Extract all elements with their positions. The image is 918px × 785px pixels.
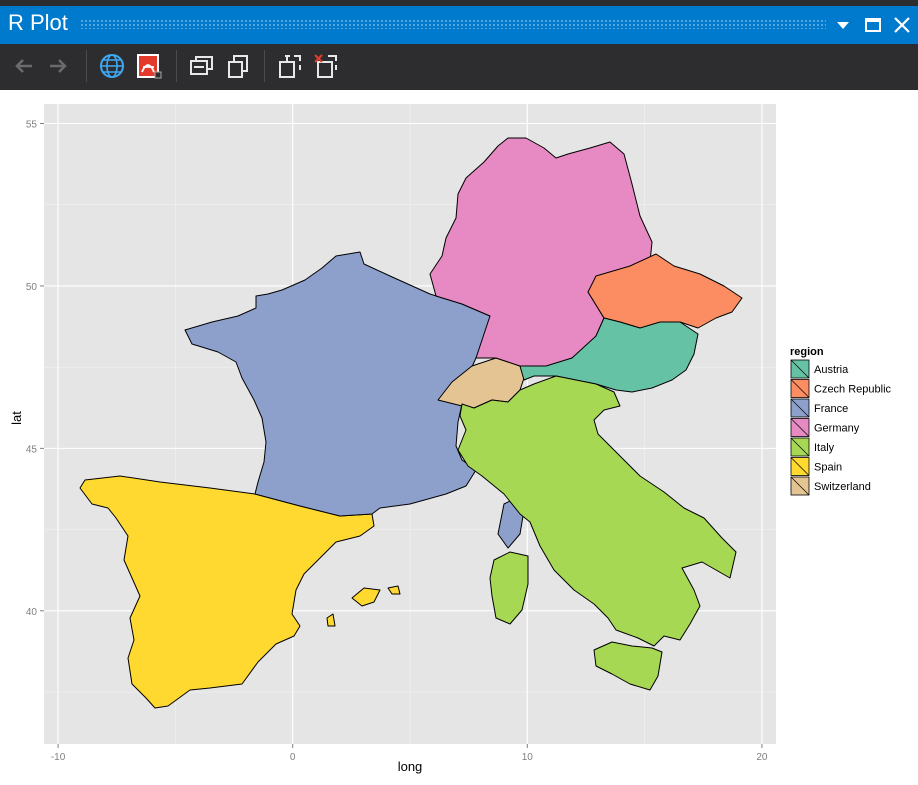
y-tick-label: 40 [26, 607, 38, 618]
title-grip[interactable] [80, 19, 826, 29]
toolbar-separator [176, 50, 177, 82]
y-axis-label: lat [9, 411, 24, 425]
back-arrow-icon[interactable] [10, 52, 38, 80]
zoom-plot-icon[interactable] [276, 52, 304, 80]
x-tick-label: -10 [51, 752, 66, 763]
toolbar [0, 44, 918, 90]
legend-label-austria: Austria [814, 364, 849, 376]
toolbar-separator [264, 50, 265, 82]
legend-label-france: France [814, 403, 848, 415]
x-tick-label: 10 [522, 752, 534, 763]
window-title: R Plot [8, 10, 68, 35]
y-tick-label: 55 [26, 119, 38, 130]
globe-icon[interactable] [98, 52, 126, 80]
x-tick-label: 20 [756, 752, 768, 763]
title-bar: R Plot [0, 6, 918, 44]
copy-plot-icon[interactable] [225, 52, 253, 80]
pdf-export-icon[interactable] [135, 52, 163, 80]
maximize-icon[interactable] [862, 14, 884, 36]
legend: region Austria Czech Republic France German… [790, 346, 892, 496]
close-icon[interactable] [891, 14, 913, 36]
forward-arrow-icon[interactable] [44, 52, 72, 80]
toolbar-separator [86, 50, 87, 82]
map-chart: -10 0 10 20 40 45 50 55 long lat region Austria… [9, 104, 892, 774]
legend-label-germany: Germany [814, 423, 860, 435]
legend-label-italy: Italy [814, 442, 835, 454]
y-tick-label: 45 [26, 444, 38, 455]
legend-label-spain: Spain [814, 462, 842, 474]
chevron-down-icon[interactable] [832, 14, 854, 36]
x-axis-label: long [398, 759, 423, 774]
legend-label-switzerland: Switzerland [814, 481, 871, 493]
legend-label-czech-republic: Czech Republic [814, 384, 892, 396]
plot-area: -10 0 10 20 40 45 50 55 long lat region Austria… [0, 90, 918, 780]
copy-window-icon[interactable] [188, 52, 216, 80]
y-tick-label: 50 [26, 282, 38, 293]
x-tick-label: 0 [290, 752, 296, 763]
remove-plot-icon[interactable] [312, 52, 340, 80]
legend-title: region [790, 346, 824, 358]
